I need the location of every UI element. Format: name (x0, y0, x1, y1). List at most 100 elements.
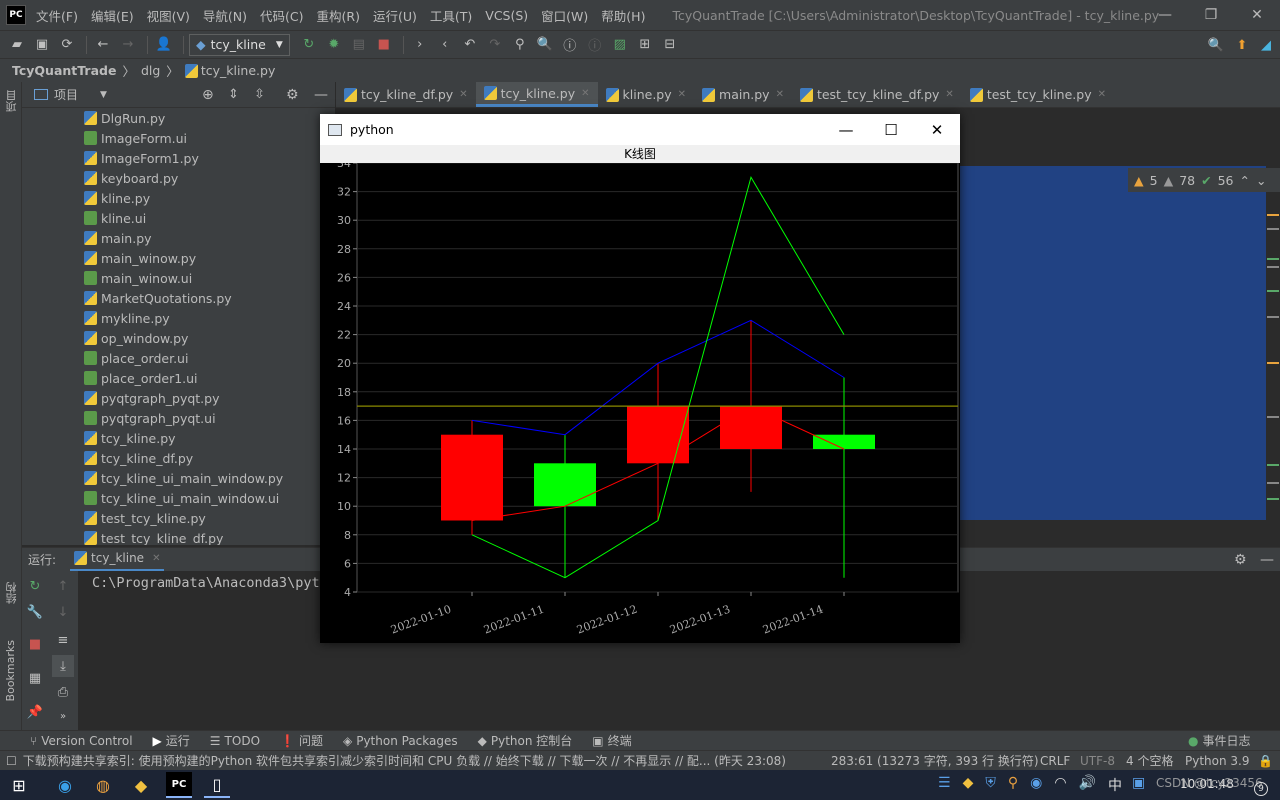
run-tool-tab[interactable]: ▶ 运行 (153, 732, 190, 749)
status-toggle-icon[interactable]: ☐ (6, 754, 17, 768)
gear-icon[interactable]: ⚙ (1234, 552, 1247, 568)
search-icon[interactable]: 🔍 (534, 34, 556, 56)
file-tree-item[interactable]: mykline.py (22, 308, 335, 328)
restore-icon[interactable]: ❐ (1188, 0, 1234, 30)
event-log-tab[interactable]: ● 事件日志 (1188, 732, 1251, 749)
problems-tab[interactable]: ❗ 问题 (280, 732, 323, 749)
tray-icon[interactable]: ◆ (963, 775, 974, 795)
forward-icon[interactable]: → (117, 34, 139, 56)
line-separator[interactable]: CRLF (1040, 754, 1070, 768)
tray-icon[interactable]: ▣ (1132, 775, 1145, 795)
maximize-icon[interactable]: ☐ (868, 114, 914, 145)
menu-run[interactable]: 运行(U) (373, 6, 417, 25)
close-tab-icon[interactable]: ✕ (581, 88, 589, 99)
python-packages-tab[interactable]: ◈ Python Packages (343, 734, 458, 748)
save-icon[interactable]: ▣ (31, 34, 53, 56)
file-tree-item[interactable]: DlgRun.py (22, 108, 335, 128)
editor-tab[interactable]: test_tcy_kline.py ✕ (962, 82, 1114, 107)
open-folder-icon[interactable]: ▰ (6, 34, 28, 56)
file-encoding[interactable]: UTF-8 (1080, 754, 1115, 768)
close-icon[interactable]: ✕ (1234, 0, 1280, 30)
sync-icon[interactable]: ⟳ (56, 34, 78, 56)
more-icon[interactable]: » (52, 705, 74, 727)
edge-icon[interactable]: ◉ (52, 772, 78, 798)
back-icon[interactable]: ← (92, 34, 114, 56)
editor-tab[interactable]: kline.py ✕ (598, 82, 695, 107)
redo-icon[interactable]: ↷ (484, 34, 506, 56)
menu-code[interactable]: 代码(C) (260, 6, 303, 25)
update-icon[interactable]: ⬆ (1231, 34, 1253, 56)
wifi-icon[interactable]: ◠ (1054, 775, 1066, 795)
run-tab[interactable]: tcy_kline ✕ (70, 548, 165, 572)
file-tree-item[interactable]: keyboard.py (22, 168, 335, 188)
interpreter[interactable]: Python 3.9 (1185, 754, 1250, 768)
pin-icon[interactable]: 📌 (24, 701, 46, 723)
print-icon[interactable]: ⎙ (52, 681, 74, 703)
file-tree-item[interactable]: main_winow.ui (22, 268, 335, 288)
chevron-up-icon[interactable]: ⌃ (1240, 173, 1250, 188)
file-tree-item[interactable]: place_order.ui (22, 348, 335, 368)
find-usages-icon[interactable]: ⚲ (509, 34, 531, 56)
stop-icon[interactable]: ■ (373, 34, 395, 56)
chevron-down-icon[interactable]: ▼ (100, 90, 107, 100)
breadcrumb-folder[interactable]: dlg (141, 63, 160, 78)
search-icon[interactable]: ⚲ (1008, 775, 1018, 795)
collapse-all-icon[interactable]: ⇳ (254, 87, 265, 102)
layout-icon[interactable]: ▦ (24, 667, 46, 689)
menu-file[interactable]: 文件(F) (36, 6, 78, 25)
close-tab-icon[interactable]: ✕ (678, 89, 686, 100)
file-tree-item[interactable]: kline.py (22, 188, 335, 208)
menu-view[interactable]: 视图(V) (147, 6, 190, 25)
breadcrumb-file[interactable]: tcy_kline.py (201, 63, 276, 78)
chevron-down-icon[interactable]: ⌄ (1256, 173, 1266, 188)
info-outline-icon[interactable]: ⓘ (584, 34, 606, 56)
python-console-tab[interactable]: ◆ Python 控制台 (478, 732, 573, 749)
close-tab-icon[interactable]: ✕ (1098, 89, 1106, 100)
document-icon[interactable]: ▯ (204, 772, 230, 798)
close-tab-icon[interactable]: ✕ (945, 89, 953, 100)
kline-chart[interactable]: 4 6 8 10 12 14 16 18 20 22 24 26 28 30 32 34 2022-01-10 2… (320, 163, 960, 643)
minimize-icon[interactable]: — (1142, 0, 1188, 30)
file-tree-item[interactable]: test_tcy_kline.py (22, 508, 335, 528)
pycharm-taskbar-icon[interactable]: PC (166, 772, 192, 798)
locate-icon[interactable]: ⊕ (202, 87, 214, 103)
file-tree-item[interactable]: test_tcy_kline_df.py (22, 528, 335, 545)
editor-tab[interactable]: tcy_kline.py ✕ (475, 82, 598, 107)
coverage-icon[interactable]: ▤ (348, 34, 370, 56)
debug-icon[interactable]: ✹ (323, 34, 345, 56)
hide-icon[interactable]: — (314, 87, 328, 103)
close-tab-icon[interactable]: ✕ (459, 89, 467, 100)
menu-window[interactable]: 窗口(W) (541, 6, 588, 25)
todo-tab[interactable]: ☰ TODO (210, 734, 260, 748)
close-icon[interactable]: ✕ (914, 114, 960, 145)
terminal-tab[interactable]: ▣ 终端 (592, 732, 631, 749)
caret-position[interactable]: 283:61 (13273 字符, 393 行 换行符) (831, 752, 1039, 769)
remove-icon[interactable]: ⊟ (659, 34, 681, 56)
file-tree-item[interactable]: main_winow.py (22, 248, 335, 268)
scroll-to-end-icon[interactable]: ⤓ (52, 655, 74, 677)
file-tree-item[interactable]: place_order1.ui (22, 368, 335, 388)
image-icon[interactable]: ▨ (609, 34, 631, 56)
editor-tab[interactable]: test_tcy_kline_df.py ✕ (792, 82, 962, 107)
undo-icon[interactable]: ↶ (459, 34, 481, 56)
user-icon[interactable]: 👤 (153, 34, 175, 56)
ime-indicator[interactable]: 中 (1108, 775, 1122, 795)
stop-icon[interactable]: ■ (24, 633, 46, 655)
file-tree-item[interactable]: op_window.py (22, 328, 335, 348)
editor-tab[interactable]: tcy_kline_df.py ✕ (336, 82, 476, 107)
soft-wrap-icon[interactable]: ≡ (52, 629, 74, 651)
inspection-widget[interactable]: ▲ 5 ▲ 78 ✔ 56 ⌃ ⌄ (1128, 168, 1280, 192)
menu-help[interactable]: 帮助(H) (601, 6, 645, 25)
down-icon[interactable]: ↓ (52, 601, 74, 623)
gear-icon[interactable]: ⚙ (286, 87, 299, 103)
rerun-icon[interactable]: ↻ (298, 34, 320, 56)
structure-tool-tab[interactable]: 结构 (4, 582, 20, 604)
tray-icon[interactable]: ☰ (938, 775, 951, 795)
menu-refactor[interactable]: 重构(R) (317, 6, 360, 25)
file-tree-item[interactable]: tcy_kline.py (22, 428, 335, 448)
close-tab-icon[interactable]: ✕ (776, 89, 784, 100)
menu-vcs[interactable]: VCS(S) (485, 8, 528, 23)
menu-navigate[interactable]: 导航(N) (203, 6, 247, 25)
file-tree-item[interactable]: pyqtgraph_pyqt.py (22, 388, 335, 408)
info-icon[interactable]: ⓘ (559, 34, 581, 56)
